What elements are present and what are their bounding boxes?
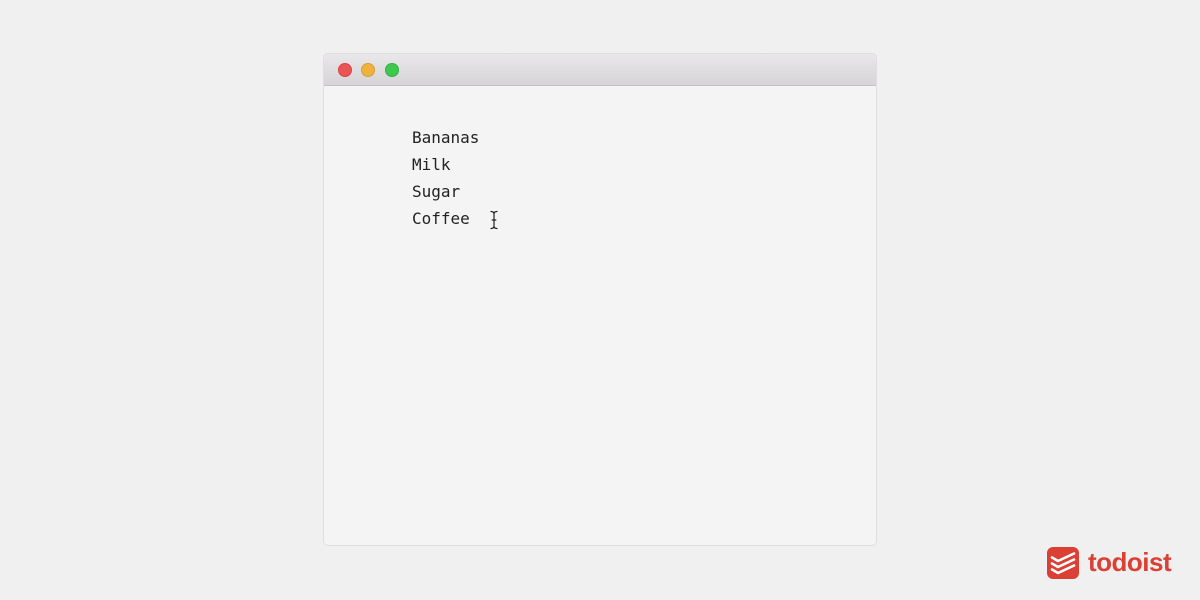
list-item: Sugar [412, 182, 461, 201]
window-titlebar[interactable] [324, 54, 876, 86]
list-item: Milk [412, 155, 451, 174]
list-item: Bananas [412, 128, 480, 147]
brand-name: todoist [1088, 547, 1172, 577]
close-window-button[interactable] [338, 63, 352, 77]
maximize-window-button[interactable] [385, 63, 399, 77]
minimize-window-button[interactable] [361, 63, 375, 77]
text-editor-content[interactable]: Bananas Milk Sugar Coffee [412, 124, 479, 232]
list-item: Coffee [412, 209, 470, 228]
todoist-logo: todoist [1047, 546, 1172, 579]
todoist-logo-icon [1047, 546, 1079, 579]
text-cursor-icon [490, 210, 498, 230]
text-editor-window: Bananas Milk Sugar Coffee [323, 53, 877, 546]
